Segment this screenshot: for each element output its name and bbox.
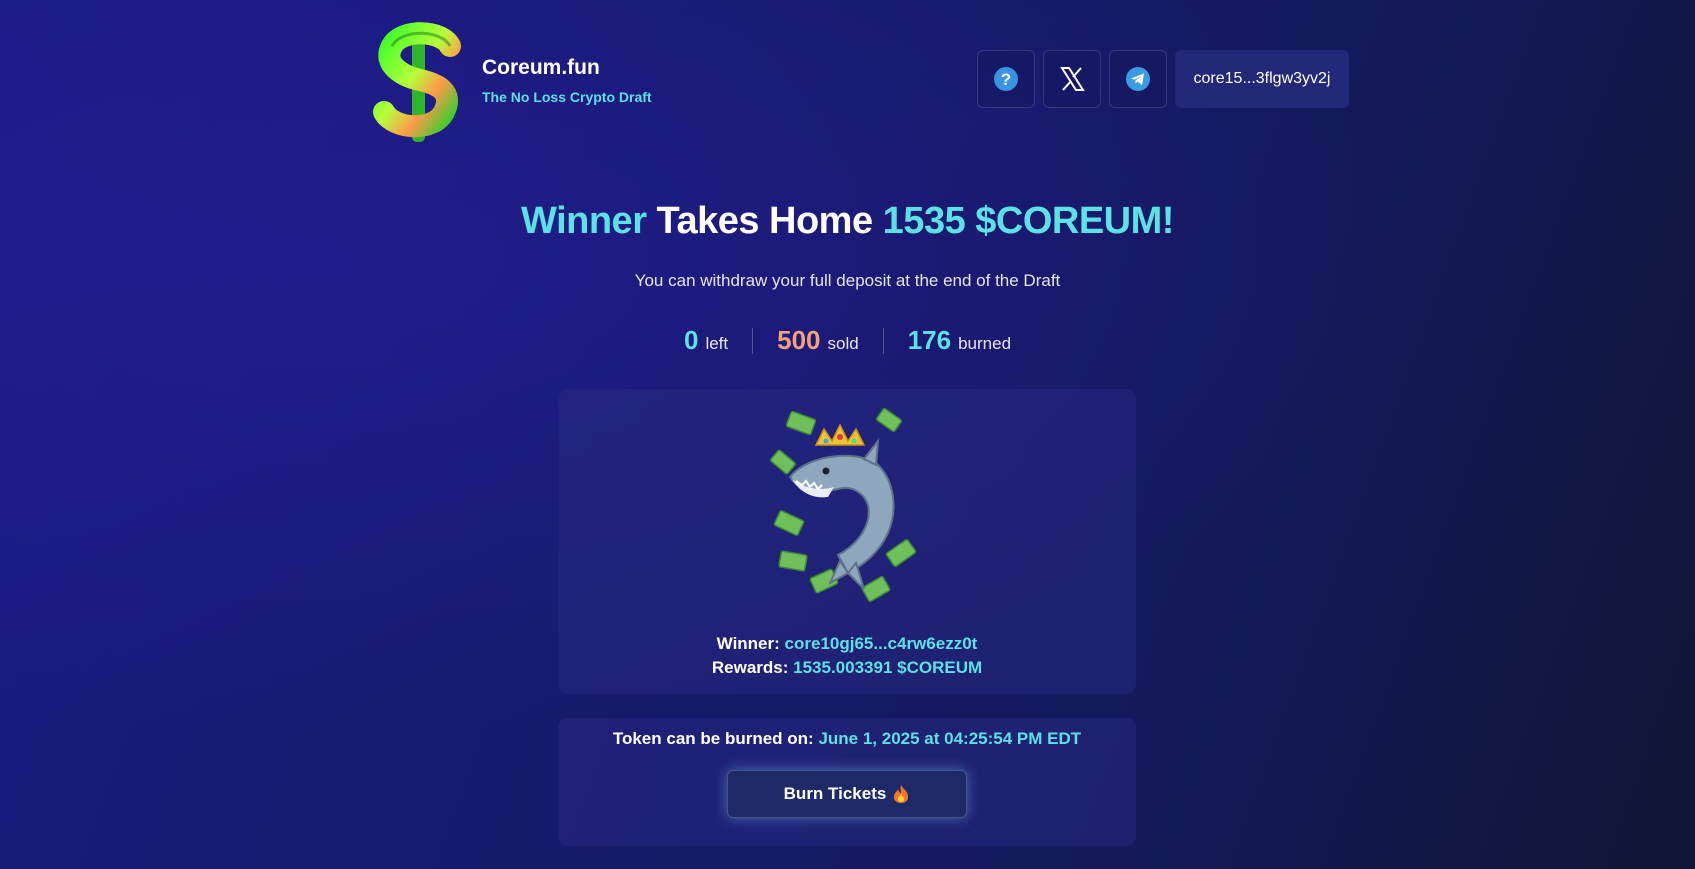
winner-card: Winner: core10gj65...c4rw6ezz0t Rewards:… <box>558 389 1136 694</box>
telegram-icon <box>1126 67 1150 91</box>
x-twitter-button[interactable] <box>1043 50 1101 108</box>
stat-sold-value: 500 <box>777 325 821 355</box>
brand-title[interactable]: Coreum.fun <box>482 56 652 80</box>
headline-winner: Winner <box>521 200 647 242</box>
dollar-logo-icon[interactable] <box>372 20 464 144</box>
winner-label: Winner: <box>716 634 780 653</box>
rewards-value: 1535.003391 $COREUM <box>793 658 983 677</box>
stat-burned-label: burned <box>958 334 1012 353</box>
stat-burned: 176 burned <box>884 325 1035 356</box>
burn-tickets-button[interactable]: Burn Tickets <box>727 770 967 818</box>
headline-amount: 1535 $COREUM! <box>882 200 1175 242</box>
help-question-icon: ? <box>994 67 1018 91</box>
wallet-button[interactable]: core15...3flgw3yv2j <box>1175 50 1349 108</box>
stat-sold-label: sold <box>827 334 859 353</box>
fire-icon <box>894 785 909 803</box>
stat-left-label: left <box>705 334 729 353</box>
brand-subtitle: The No Loss Crypto Draft <box>482 89 652 105</box>
stat-left: 0 left <box>660 325 752 356</box>
header: Coreum.fun The No Loss Crypto Draft ? co… <box>372 20 1349 145</box>
subline: You can withdraw your full deposit at th… <box>634 271 1061 290</box>
winner-address[interactable]: core10gj65...c4rw6ezz0t <box>785 634 978 653</box>
headline-takes-home: Takes Home <box>656 200 874 242</box>
rewards-label: Rewards: <box>711 658 789 677</box>
rewards-line: Rewards: 1535.003391 $COREUM <box>558 658 1136 678</box>
burn-date: June 1, 2025 at 04:25:54 PM EDT <box>818 729 1082 748</box>
stat-burned-value: 176 <box>907 325 952 355</box>
burn-card: Token can be burned on: June 1, 2025 at … <box>558 718 1136 846</box>
telegram-button[interactable] <box>1109 50 1167 108</box>
x-twitter-icon <box>1060 67 1085 91</box>
stat-left-value: 0 <box>683 325 699 355</box>
svg-text:?: ? <box>1001 70 1011 89</box>
winner-line: Winner: core10gj65...c4rw6ezz0t <box>558 634 1136 654</box>
crowned-shark-money-icon <box>768 405 928 605</box>
burn-tickets-label: Burn Tickets <box>783 784 887 803</box>
help-button[interactable]: ? <box>977 50 1035 108</box>
stats-bar: 0 left 500 sold 176 burned <box>0 325 1695 356</box>
burn-date-line: Token can be burned on: June 1, 2025 at … <box>558 729 1136 749</box>
brand: Coreum.fun The No Loss Crypto Draft <box>482 56 652 105</box>
burn-label: Token can be burned on: <box>612 729 814 748</box>
stat-sold: 500 sold <box>753 325 883 356</box>
headline: Winner Takes Home 1535 $COREUM! <box>0 200 1695 243</box>
